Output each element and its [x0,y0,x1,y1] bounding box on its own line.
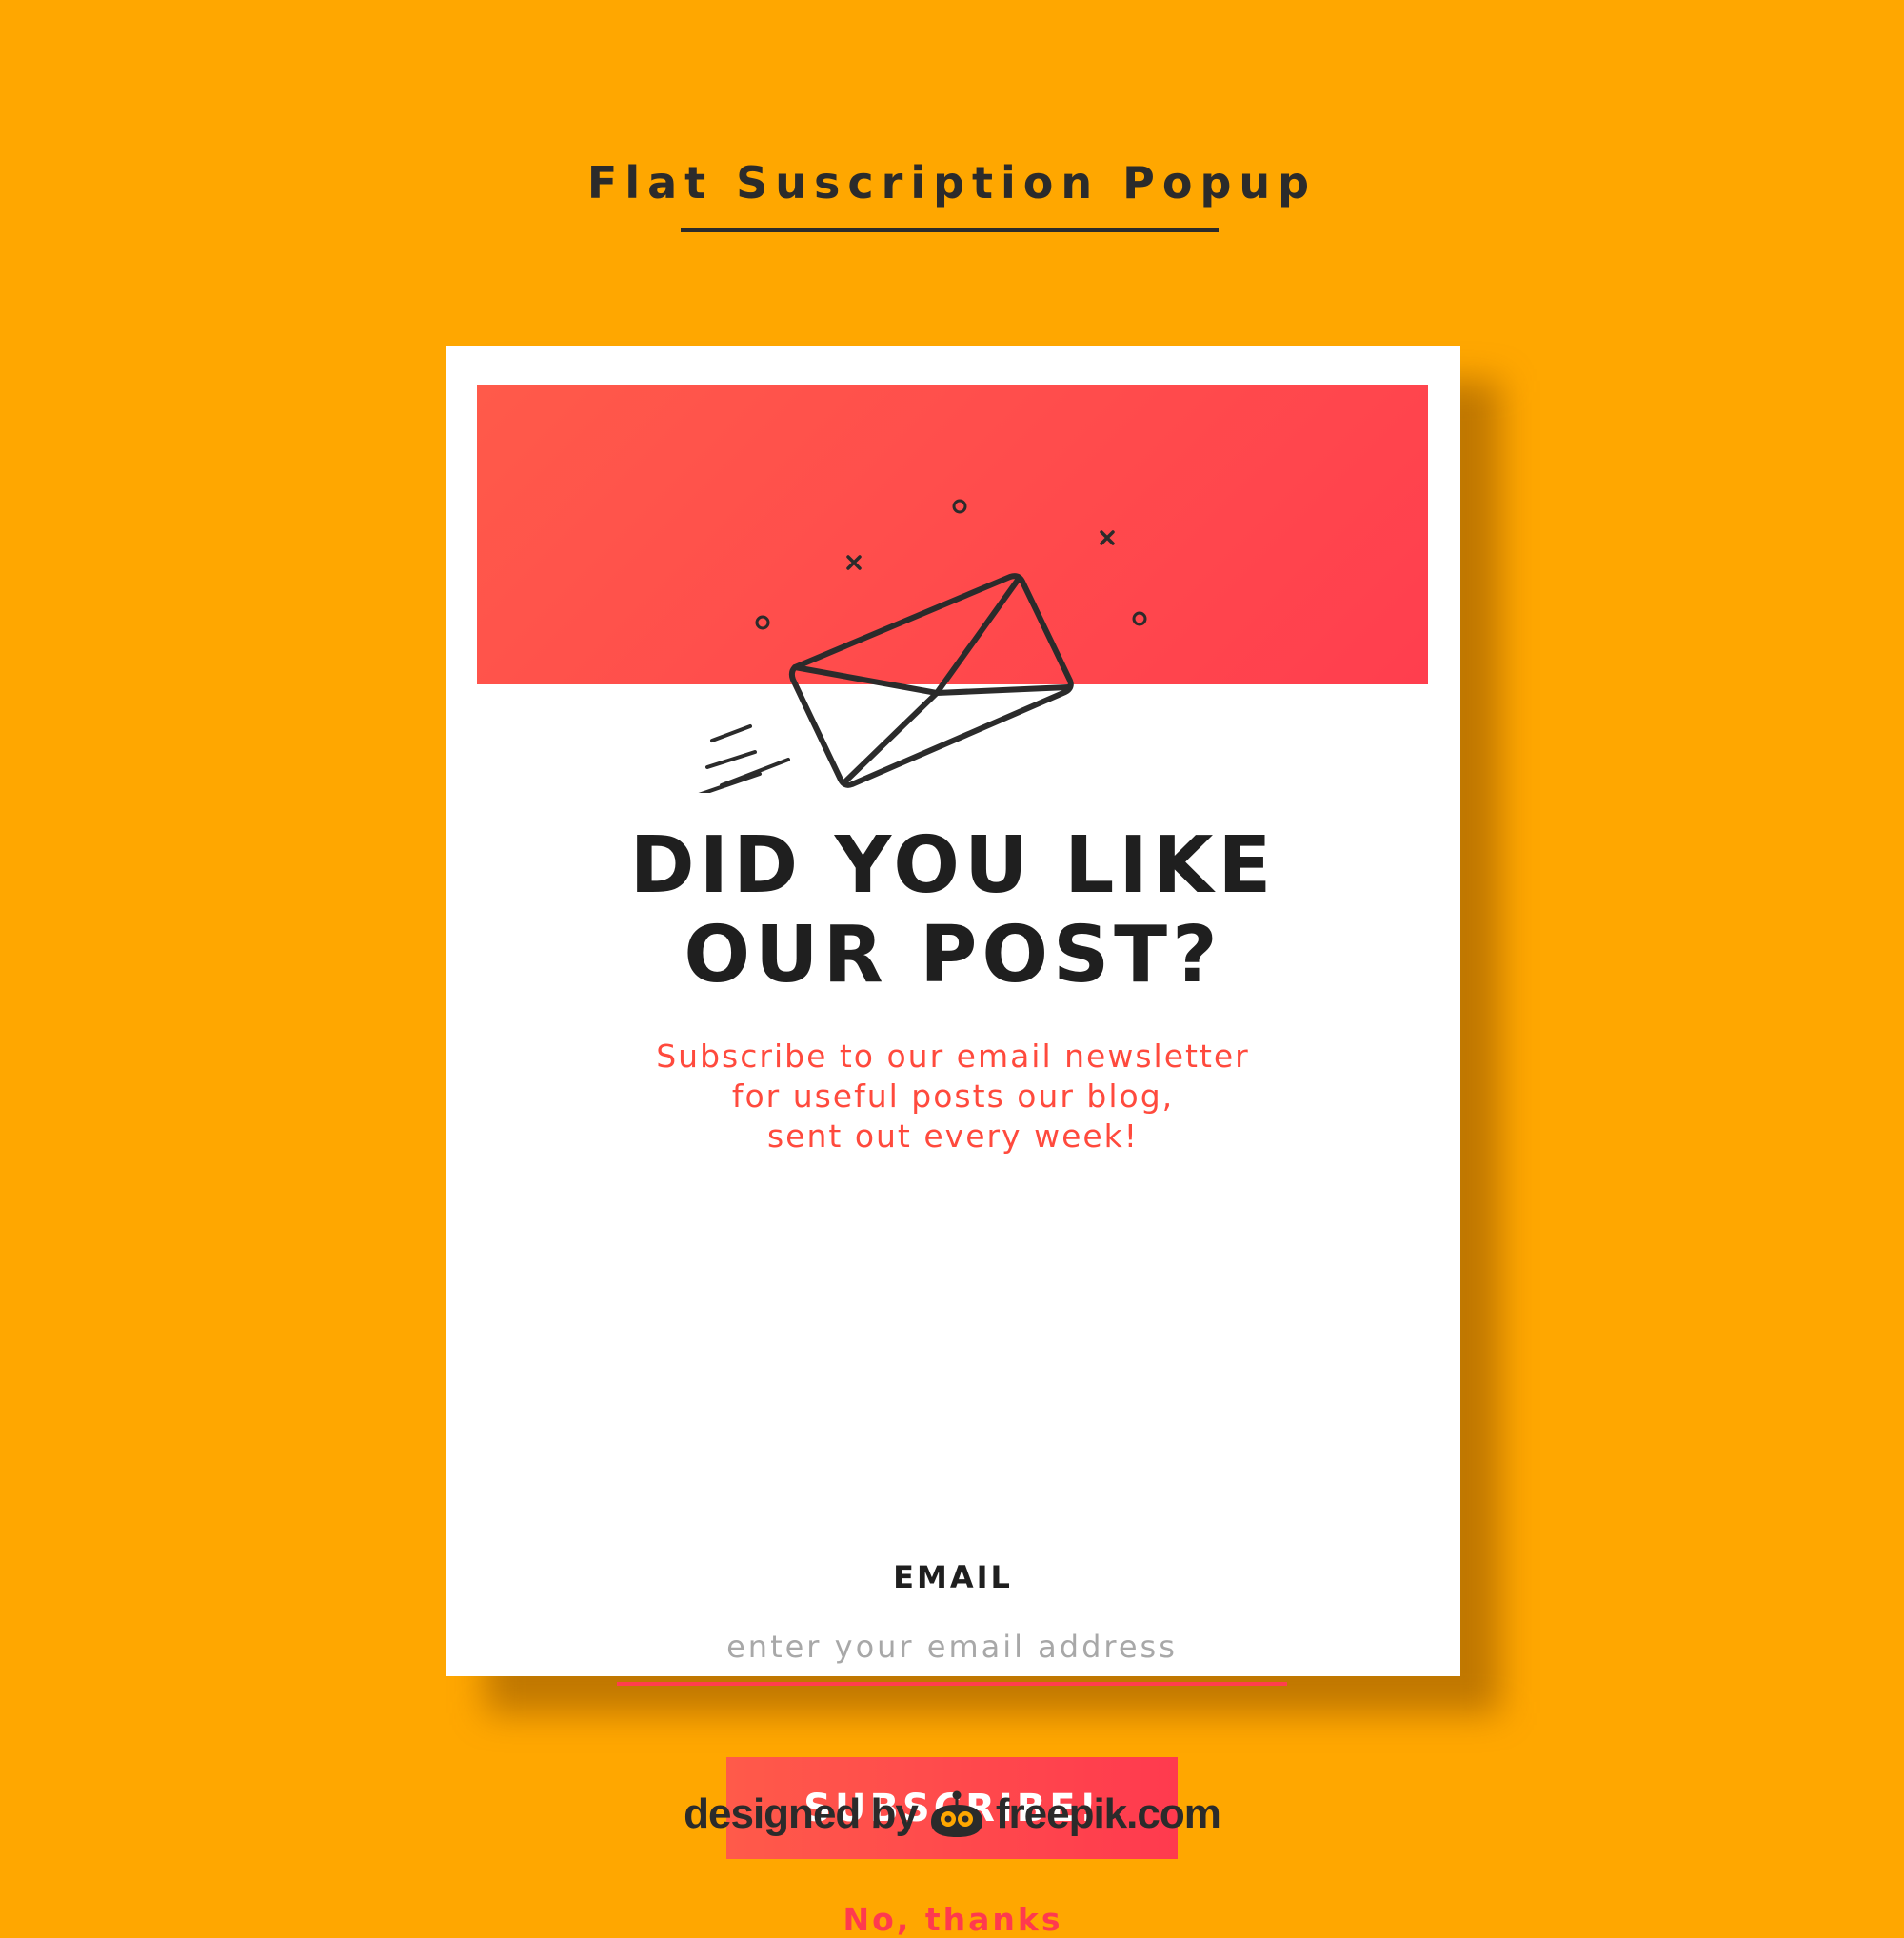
email-label: EMAIL [893,1559,1013,1595]
description-line-2: for useful posts our blog, [731,1078,1175,1115]
email-field[interactable] [617,1612,1287,1686]
envelope-icon [698,499,1147,793]
designed-by-text: designed by [684,1790,919,1837]
popup-description: Subscribe to our email newsletter for us… [446,1037,1460,1157]
headline-line-2: OUR POST? [684,910,1222,1000]
page-title: Flat Suscription Popup [586,157,1318,208]
title-underline [681,228,1219,232]
footer-credit: designed by freepik.com [0,1790,1904,1839]
subscription-popup: DID YOU LIKE OUR POST? Subscribe to our … [446,346,1460,1938]
description-line-3: sent out every week! [766,1117,1140,1155]
no-thanks-link[interactable]: No, thanks [446,1901,1460,1938]
headline-line-1: DID YOU LIKE [629,821,1277,911]
freepik-brand-text: freepik.com [995,1790,1221,1837]
description-line-1: Subscribe to our email newsletter [656,1038,1250,1075]
freepik-logo-icon [930,1790,982,1837]
popup-headline: DID YOU LIKE OUR POST? [446,821,1460,1000]
